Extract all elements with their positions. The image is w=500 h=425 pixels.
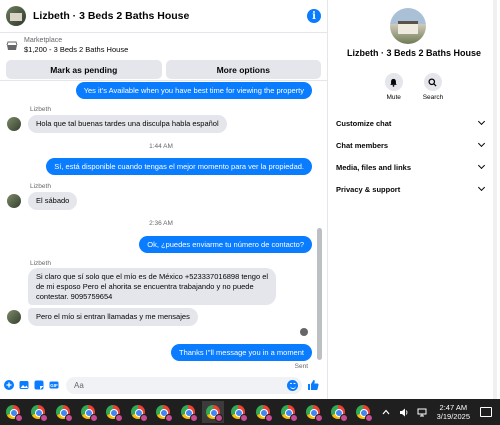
chrome-taskbar-icon[interactable] xyxy=(177,401,199,423)
clock-date: 3/19/2025 xyxy=(436,412,470,421)
marketplace-label: Marketplace xyxy=(24,37,63,44)
taskbar-clock[interactable]: 2:47 AM 3/19/2025 xyxy=(437,403,470,422)
messenger-window: Lizbeth · 3 Beds 2 Baths House i Marketp… xyxy=(0,0,500,399)
section-chat-members[interactable]: Chat members xyxy=(328,134,500,156)
message-line: contestar. 9095759654 xyxy=(36,291,113,301)
chevron-down-icon xyxy=(477,139,486,148)
section-privacy-support[interactable]: Privacy & support xyxy=(328,178,500,200)
chrome-taskbar-icon[interactable] xyxy=(302,401,324,423)
sender-name: Lizbeth xyxy=(30,260,51,267)
message-incoming[interactable]: Hola que tal buenas tardes una disculpa … xyxy=(28,115,227,133)
chrome-taskbar-icon[interactable] xyxy=(127,401,149,423)
message-line: de mi esposo Pero el ahorita se encuentr… xyxy=(36,281,254,291)
sender-avatar[interactable] xyxy=(7,194,21,208)
marketplace-banner: Marketplace $1,200 - 3 Beds 2 Baths Hous… xyxy=(0,33,327,81)
chrome-taskbar-icon[interactable] xyxy=(277,401,299,423)
message-scrollbar[interactable] xyxy=(317,228,322,360)
timestamp: 1:44 AM xyxy=(149,143,173,150)
info-sections: Customize chat Chat members Media, files… xyxy=(328,112,500,200)
section-label: Chat members xyxy=(336,140,389,150)
marketplace-icon xyxy=(6,41,18,50)
chrome-taskbar-icon[interactable] xyxy=(152,401,174,423)
svg-text:GIF: GIF xyxy=(50,383,58,388)
plus-icon[interactable] xyxy=(4,380,14,390)
sticker-icon[interactable] xyxy=(34,380,44,390)
chrome-taskbar-icon-active[interactable] xyxy=(202,401,224,423)
chrome-taskbar-icon[interactable] xyxy=(27,401,49,423)
composer: GIF Aa xyxy=(0,372,328,398)
volume-icon[interactable] xyxy=(398,406,410,418)
seen-avatar xyxy=(300,328,308,336)
chevron-down-icon xyxy=(477,117,486,126)
emoji-icon[interactable] xyxy=(287,379,298,391)
message-outgoing[interactable]: Sí, está disponible cuando tengas el mej… xyxy=(46,158,312,175)
search-button[interactable]: Search xyxy=(422,73,444,101)
taskbar-apps xyxy=(0,401,377,423)
conversation-info-panel: Lizbeth · 3 Beds 2 Baths House Mute Sear… xyxy=(328,0,500,399)
image-icon[interactable] xyxy=(19,380,29,390)
chrome-taskbar-icon[interactable] xyxy=(77,401,99,423)
message-incoming[interactable]: El sábado xyxy=(28,192,78,210)
section-media-files-links[interactable]: Media, files and links xyxy=(328,156,500,178)
gif-icon[interactable]: GIF xyxy=(49,380,59,390)
chrome-taskbar-icon[interactable] xyxy=(227,401,249,423)
message-outgoing[interactable]: Thanks I''ll message you in a moment xyxy=(170,344,312,361)
clock-time: 2:47 AM xyxy=(439,402,468,412)
timestamp: 2:36 AM xyxy=(149,220,173,227)
mute-label: Mute xyxy=(386,94,401,101)
chat-header: Lizbeth · 3 Beds 2 Baths House i xyxy=(0,0,327,33)
mute-button[interactable]: Mute xyxy=(384,73,403,101)
bell-icon xyxy=(390,78,398,87)
message-input-placeholder: Aa xyxy=(74,380,84,390)
chevron-down-icon xyxy=(477,183,486,192)
network-icon[interactable] xyxy=(416,406,428,418)
windows-taskbar: 2:47 AM 3/19/2025 xyxy=(0,399,500,425)
chrome-taskbar-icon[interactable] xyxy=(252,401,274,423)
sender-avatar[interactable] xyxy=(7,117,21,131)
sent-status: Sent xyxy=(294,363,308,370)
more-options-button[interactable]: More options xyxy=(165,60,321,79)
sender-name: Lizbeth xyxy=(30,183,51,190)
sender-avatar[interactable] xyxy=(7,310,21,324)
listing-title[interactable]: $1,200 - 3 Beds 2 Baths House xyxy=(24,45,128,54)
message-list[interactable]: Yes it's Available when you have best ti… xyxy=(0,82,322,372)
chrome-taskbar-icon[interactable] xyxy=(2,401,24,423)
chrome-taskbar-icon[interactable] xyxy=(52,401,74,423)
notification-icon[interactable] xyxy=(480,407,492,417)
chevron-up-icon[interactable] xyxy=(380,406,392,418)
message-input[interactable]: Aa xyxy=(66,376,302,394)
thumbs-up-icon[interactable] xyxy=(307,379,319,391)
chrome-taskbar-icon[interactable] xyxy=(102,401,124,423)
system-tray: 2:47 AM 3/19/2025 xyxy=(377,399,500,425)
chrome-taskbar-icon[interactable] xyxy=(327,401,349,423)
profile-name: Lizbeth · 3 Beds 2 Baths House xyxy=(346,48,482,58)
chat-panel: Lizbeth · 3 Beds 2 Baths House i Marketp… xyxy=(0,0,328,399)
section-label: Customize chat xyxy=(336,118,392,128)
info-icon[interactable]: i xyxy=(307,9,321,23)
message-incoming[interactable]: Pero el mío si entran llamadas y me mens… xyxy=(28,308,198,326)
page-scrollbar[interactable] xyxy=(493,0,497,399)
chrome-taskbar-icon[interactable] xyxy=(352,401,374,423)
message-outgoing[interactable]: Ok, ¿puedes enviarme tu número de contac… xyxy=(139,236,312,253)
sender-name: Lizbeth xyxy=(30,106,51,113)
section-label: Privacy & support xyxy=(336,184,401,194)
search-label: Search xyxy=(422,94,444,101)
message-incoming[interactable]: Si claro que sí solo que el mío es de Mé… xyxy=(28,268,277,306)
section-label: Media, files and links xyxy=(336,162,412,172)
chevron-down-icon xyxy=(477,161,486,170)
message-line: Si claro que sí solo que el mío es de Mé… xyxy=(36,272,269,281)
section-customize-chat[interactable]: Customize chat xyxy=(328,112,500,134)
chat-title[interactable]: Lizbeth · 3 Beds 2 Baths House xyxy=(33,10,307,22)
mark-as-pending-button[interactable]: Mark as pending xyxy=(6,60,162,79)
message-outgoing[interactable]: Yes it's Available when you have best ti… xyxy=(75,82,312,99)
search-icon xyxy=(428,77,438,87)
profile-picture[interactable] xyxy=(390,8,426,44)
contact-avatar[interactable] xyxy=(6,6,26,26)
